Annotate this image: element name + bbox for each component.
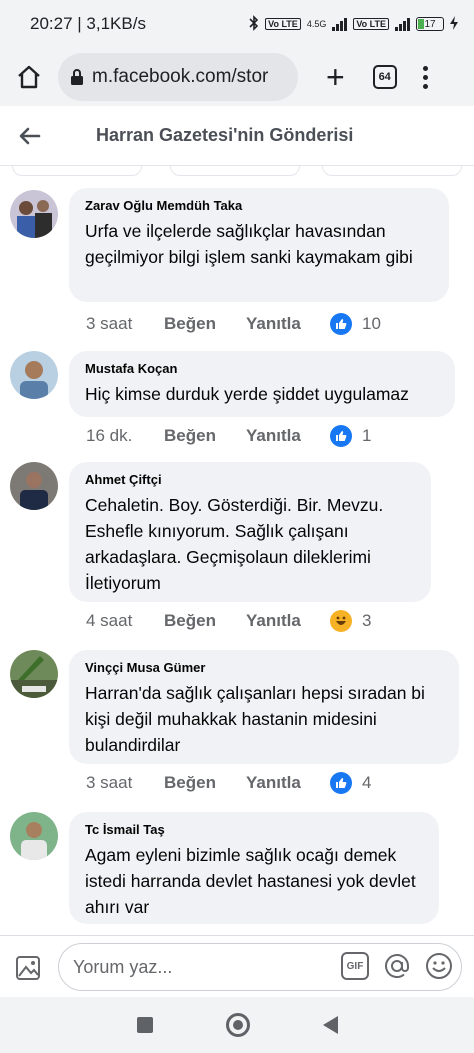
battery-icon: 17 [416,17,444,31]
avatar[interactable] [10,190,58,238]
composer-icons: GIF [341,952,453,980]
comment-author[interactable]: Tc İsmail Taş [85,822,423,837]
like-button[interactable]: Beğen [164,314,246,334]
bluetooth-icon [249,14,259,34]
at-icon [385,954,409,978]
page-header: Harran Gazetesi'nin Gönderisi [0,106,474,166]
smiley-icon [426,953,452,979]
comment-author[interactable]: Mustafa Koçan [85,361,439,376]
network-type-label: 4.5G [306,19,327,29]
comment-time[interactable]: 4 saat [86,611,164,631]
reply-button[interactable]: Yanıtla [246,611,330,631]
comment-bubble: Mustafa Koçan Hiç kimse durduk yerde şid… [69,351,455,417]
back-arrow-icon [19,127,41,144]
like-button[interactable]: Beğen [164,773,246,793]
comment-input[interactable] [73,956,323,978]
comment-actions: 4 saat Beğen Yanıtla 3 [86,610,371,632]
mention-button[interactable] [383,952,411,980]
tab-switcher-button[interactable]: 64 [372,65,397,89]
comment-author[interactable]: Vinççi Musa Gümer [85,660,443,675]
reply-button[interactable]: Yanıtla [246,426,330,446]
reaction-count[interactable]: 10 [362,314,381,334]
home-button[interactable] [14,62,44,92]
charging-icon [450,15,458,33]
like-button[interactable]: Beğen [164,426,246,446]
avatar[interactable] [10,812,58,860]
add-photo-button[interactable] [12,950,46,984]
like-reaction-icon[interactable] [330,772,352,794]
comment-text: Agam eyleni bizimle sağlık ocağı demek i… [85,845,416,917]
comment-text: Cehaletin. Boy. Gösterdiği. Bir. Mevzu. … [85,495,384,593]
browser-menu-button[interactable] [422,65,428,89]
gif-button[interactable]: GIF [341,952,369,980]
status-bar: 20:27 | 3,1KB/s Vo LTE 4.5G Vo LTE 17 [0,0,474,48]
battery-level: 17 [424,18,436,30]
home-icon [18,65,40,89]
comment-time[interactable]: 3 saat [86,314,164,334]
reply-button[interactable]: Yanıtla [246,773,330,793]
comment-time[interactable]: 3 saat [86,773,164,793]
recent-apps-button[interactable] [136,1017,153,1033]
new-tab-button[interactable]: + [326,61,345,93]
comment-actions: 16 dk. Beğen Yanıtla 1 [86,425,371,447]
status-time: 20:27 [30,14,73,33]
reaction-count[interactable]: 3 [362,611,371,631]
emoji-button[interactable] [425,952,453,980]
signal-icon [332,17,348,31]
browser-toolbar: m.facebook.com/stor + 64 [0,48,474,106]
system-home-button[interactable] [225,1013,250,1037]
comment-time[interactable]: 16 dk. [86,426,164,446]
like-reaction-icon[interactable] [330,425,352,447]
avatar[interactable] [10,462,58,510]
comment-bubble: Zarav Oğlu Memdüh Taka Urfa ve ilçelerde… [69,188,449,302]
comment-input-wrapper: GIF [58,943,462,991]
comment-text: Harran'da sağlık çalışanları hepsi sırad… [85,683,425,755]
address-bar[interactable]: m.facebook.com/stor [58,53,298,101]
comment-bubble: Ahmet Çiftçi Cehaletin. Boy. Gösterdiği.… [69,462,431,602]
haha-reaction-icon[interactable] [330,610,352,632]
comment-bubble: Tc İsmail Taş Agam eyleni bizimle sağlık… [69,812,439,924]
reaction-count[interactable]: 1 [362,426,371,446]
status-speed: 3,1KB/s [86,14,146,33]
comment-actions: 3 saat Beğen Yanıtla 10 [86,313,381,335]
signal-icon-2 [395,17,410,31]
reply-button[interactable]: Yanıtla [246,314,330,334]
like-reaction-icon[interactable] [330,313,352,335]
reaction-count[interactable]: 4 [362,773,371,793]
status-left: 20:27 | 3,1KB/s [30,14,146,33]
back-button[interactable] [0,106,60,166]
like-button[interactable]: Beğen [164,611,246,631]
comment-author[interactable]: Zarav Oğlu Memdüh Taka [85,198,433,213]
system-back-button[interactable] [322,1016,338,1034]
volte-icon: Vo LTE [265,18,301,30]
photo-icon [16,955,40,980]
comment-text: Hiç kimse durduk yerde şiddet uygulamaz [85,384,409,404]
comment-author[interactable]: Ahmet Çiftçi [85,472,415,487]
comment-composer: GIF [0,935,474,997]
url-text: m.facebook.com/stor [92,66,269,87]
avatar[interactable] [10,650,58,698]
comment-text: Urfa ve ilçelerde sağlıkçlar havasından … [85,221,413,267]
comment-actions: 3 saat Beğen Yanıtla 4 [86,772,371,794]
previous-content-stubs [0,166,474,178]
lock-icon [71,69,83,85]
status-icons: Vo LTE 4.5G Vo LTE 17 [249,14,458,34]
comment-bubble: Vinççi Musa Gümer Harran'da sağlık çalış… [69,650,459,764]
system-navigation-bar [0,997,474,1053]
page-title: Harran Gazetesi'nin Gönderisi [96,125,354,145]
avatar[interactable] [10,351,58,399]
volte-icon-2: Vo LTE [353,18,389,30]
